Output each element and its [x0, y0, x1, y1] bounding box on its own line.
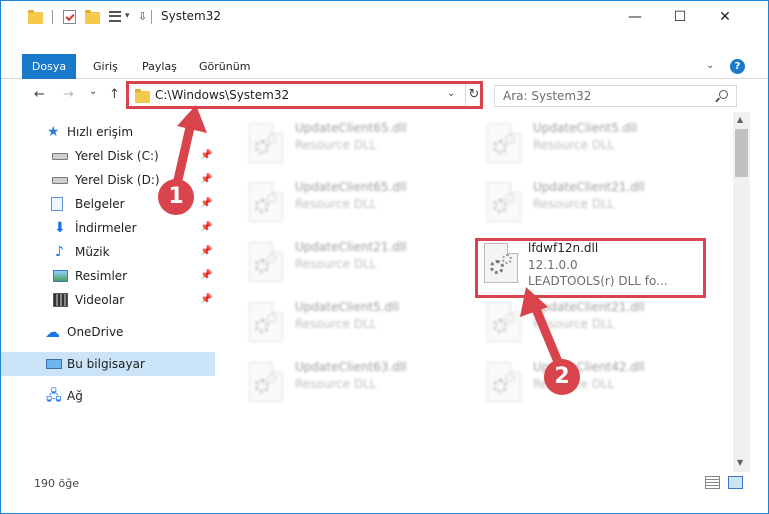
- step-1-badge: 1: [158, 179, 194, 215]
- annotation-arrows: [170, 105, 566, 374]
- file-explorer-window: ▾ ⇩ System32 — ☐ ✕ Dosya Giriş Paylaş Gö…: [0, 0, 769, 514]
- step-2-badge: 2: [544, 359, 580, 395]
